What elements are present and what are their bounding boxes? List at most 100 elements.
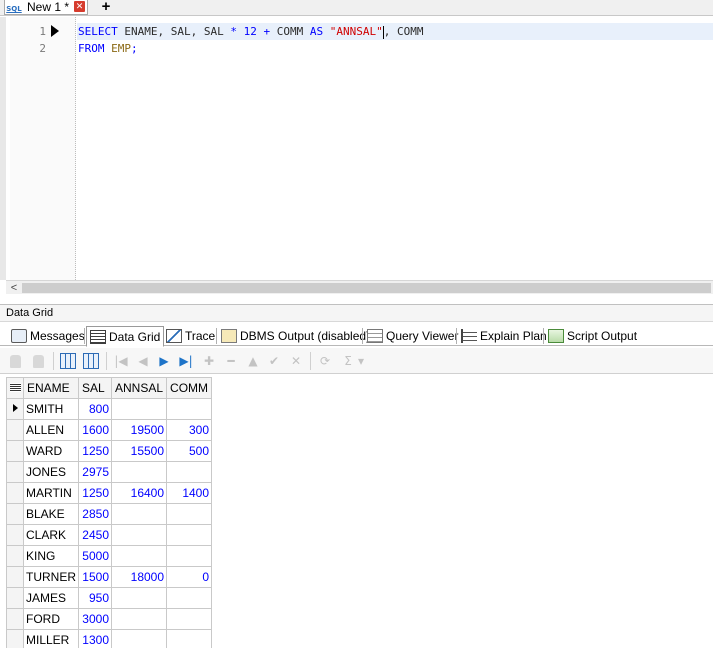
cell-comm[interactable] — [166, 503, 213, 525]
row-indicator[interactable] — [6, 545, 24, 567]
cell-annsal[interactable]: 19500 — [110, 419, 168, 441]
cell-ename[interactable]: KING — [23, 545, 79, 567]
cell-sal[interactable]: 1500 — [78, 566, 112, 588]
tab-trace[interactable]: Trace — [163, 326, 215, 346]
grid-corner-cell[interactable] — [6, 377, 24, 399]
row-indicator[interactable] — [6, 398, 24, 420]
row-indicator[interactable] — [6, 629, 24, 648]
cell-annsal[interactable] — [110, 398, 168, 420]
new-tab-button[interactable]: + — [96, 0, 116, 15]
close-tab-icon[interactable]: ✕ — [74, 1, 85, 12]
code-line-2[interactable]: FROM EMP; — [77, 40, 713, 57]
cell-comm[interactable] — [166, 398, 213, 420]
cell-comm[interactable] — [166, 524, 213, 546]
cell-comm[interactable]: 0 — [166, 566, 213, 588]
table-row[interactable]: TURNER 1500 18000 0 — [6, 566, 213, 588]
cell-ename[interactable]: ALLEN — [23, 419, 79, 441]
table-row[interactable]: MILLER 1300 — [6, 629, 213, 648]
cell-sal[interactable]: 2450 — [78, 524, 112, 546]
column-header-ename[interactable]: ENAME — [23, 377, 79, 399]
prior-record-icon[interactable]: ◀ — [135, 353, 151, 369]
tab-script-output[interactable]: Script Output — [545, 326, 637, 346]
next-record-icon[interactable]: ▶ — [156, 353, 172, 369]
cell-comm[interactable] — [166, 629, 213, 648]
row-indicator[interactable] — [6, 440, 24, 462]
table-row[interactable]: CLARK 2450 — [6, 524, 213, 546]
result-data-grid[interactable]: ENAME SAL ANNSAL COMM SMITH 800 ALLEN 1600 1… — [6, 377, 213, 648]
column-header-annsal[interactable]: ANNSAL — [110, 377, 168, 399]
refresh-icon[interactable]: ⟳ — [317, 353, 333, 369]
cell-sal[interactable]: 800 — [78, 398, 112, 420]
cell-ename[interactable]: TURNER — [23, 566, 79, 588]
cell-ename[interactable]: MARTIN — [23, 482, 79, 504]
tab-messages[interactable]: Messages — [8, 326, 85, 346]
cell-annsal[interactable] — [110, 503, 168, 525]
cell-ename[interactable]: WARD — [23, 440, 79, 462]
cell-ename[interactable]: FORD — [23, 608, 79, 630]
grid-view-icon[interactable] — [60, 353, 76, 369]
cell-comm[interactable]: 1400 — [166, 482, 213, 504]
table-row[interactable]: JAMES 950 — [6, 587, 213, 609]
tab-data-grid[interactable]: Data Grid — [86, 326, 165, 347]
scrollbar-thumb[interactable] — [22, 283, 711, 293]
document-tab-new-1[interactable]: SQL New 1 * ✕ — [4, 0, 88, 15]
cell-comm[interactable]: 300 — [166, 419, 213, 441]
tab-dbms-output[interactable]: DBMS Output (disabled) — [218, 326, 370, 346]
row-indicator[interactable] — [6, 608, 24, 630]
table-row[interactable]: ALLEN 1600 19500 300 — [6, 419, 213, 441]
row-indicator[interactable] — [6, 419, 24, 441]
cell-annsal[interactable] — [110, 629, 168, 648]
cell-annsal[interactable]: 15500 — [110, 440, 168, 462]
row-indicator[interactable] — [6, 482, 24, 504]
cell-sal[interactable]: 5000 — [78, 545, 112, 567]
chevron-down-icon[interactable]: ▾ — [356, 353, 366, 369]
post-edit-icon[interactable]: ✔ — [266, 353, 282, 369]
cell-annsal[interactable] — [110, 461, 168, 483]
tab-query-viewer[interactable]: Query Viewer — [364, 326, 458, 346]
cell-comm[interactable]: 500 — [166, 440, 213, 462]
cell-comm[interactable] — [166, 587, 213, 609]
table-row[interactable]: KING 5000 — [6, 545, 213, 567]
table-row[interactable]: JONES 2975 — [6, 461, 213, 483]
cell-sal[interactable]: 1250 — [78, 440, 112, 462]
editor-horizontal-scrollbar[interactable]: < — [6, 280, 713, 294]
cell-annsal[interactable]: 18000 — [110, 566, 168, 588]
column-header-comm[interactable]: COMM — [166, 377, 213, 399]
cell-sal[interactable]: 1600 — [78, 419, 112, 441]
row-indicator[interactable] — [6, 566, 24, 588]
code-line-1[interactable]: SELECT ENAME, SAL, SAL * 12 + COMM AS "A… — [77, 23, 713, 40]
cell-sal[interactable]: 1250 — [78, 482, 112, 504]
cell-comm[interactable] — [166, 608, 213, 630]
cell-comm[interactable] — [166, 461, 213, 483]
sql-editor[interactable]: 1 2 SELECT ENAME, SAL, SAL * 12 + COMM A… — [0, 17, 713, 280]
sum-icon[interactable]: Σ — [340, 353, 356, 369]
cell-ename[interactable]: JAMES — [23, 587, 79, 609]
cell-annsal[interactable]: 16400 — [110, 482, 168, 504]
cell-sal[interactable]: 2975 — [78, 461, 112, 483]
export-grid-icon[interactable] — [83, 353, 99, 369]
table-row[interactable]: SMITH 800 — [6, 398, 213, 420]
cell-ename[interactable]: JONES — [23, 461, 79, 483]
table-row[interactable]: MARTIN 1250 16400 1400 — [6, 482, 213, 504]
last-record-icon[interactable]: ▶| — [178, 353, 194, 369]
cell-annsal[interactable] — [110, 524, 168, 546]
cell-annsal[interactable] — [110, 587, 168, 609]
cell-ename[interactable]: SMITH — [23, 398, 79, 420]
cell-comm[interactable] — [166, 545, 213, 567]
cell-sal[interactable]: 1300 — [78, 629, 112, 648]
row-indicator[interactable] — [6, 461, 24, 483]
cell-annsal[interactable] — [110, 545, 168, 567]
cell-ename[interactable]: MILLER — [23, 629, 79, 648]
tab-explain-plan[interactable]: Explain Plan — [458, 326, 547, 346]
cell-annsal[interactable] — [110, 608, 168, 630]
edit-record-icon[interactable]: ▲ — [245, 353, 261, 369]
lock-icon[interactable] — [10, 355, 21, 368]
cell-ename[interactable]: CLARK — [23, 524, 79, 546]
unlock-icon[interactable] — [33, 355, 44, 368]
insert-record-icon[interactable]: ✚ — [201, 353, 217, 369]
cell-ename[interactable]: BLAKE — [23, 503, 79, 525]
cell-sal[interactable]: 950 — [78, 587, 112, 609]
row-indicator[interactable] — [6, 587, 24, 609]
delete-record-icon[interactable]: ━ — [223, 353, 239, 369]
cell-sal[interactable]: 3000 — [78, 608, 112, 630]
